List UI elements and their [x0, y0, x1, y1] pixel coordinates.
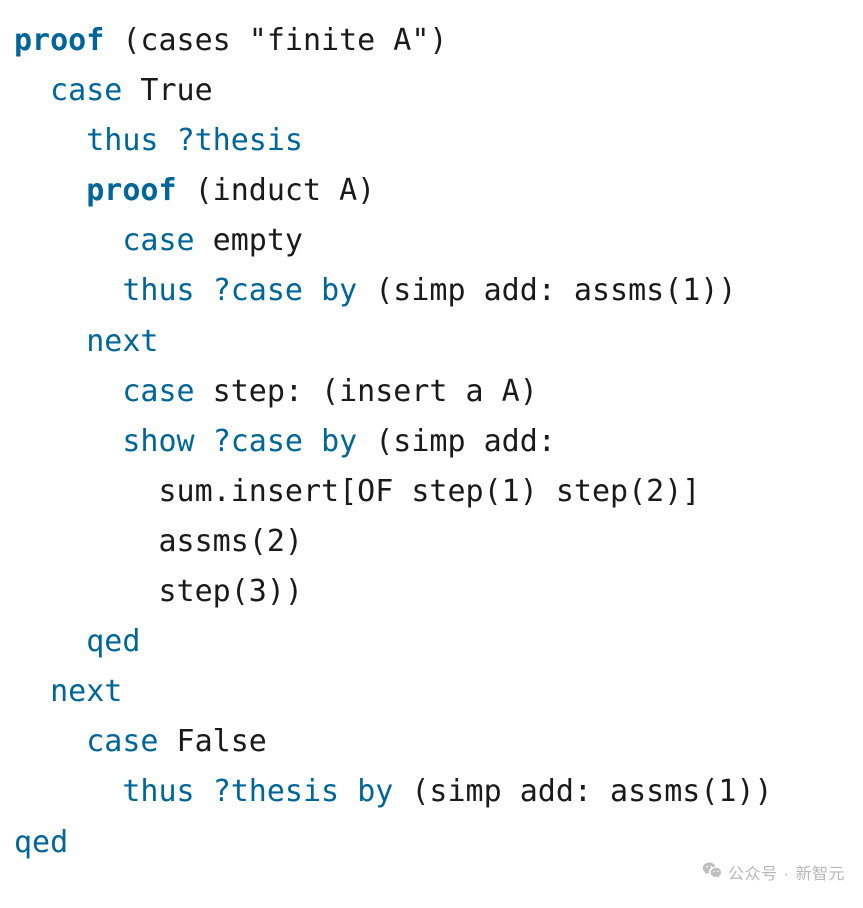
- code-token: by: [321, 424, 357, 459]
- code-token: [195, 273, 213, 308]
- code-token: (simp add:: [357, 424, 556, 459]
- code-token: sum.insert[OF step(1) step(2)]: [14, 474, 700, 509]
- code-token: thus: [122, 774, 194, 809]
- code-token: [195, 424, 213, 459]
- code-token: qed: [14, 825, 68, 860]
- code-token: [14, 674, 50, 709]
- code-token: (simp add: assms(1)): [357, 273, 736, 308]
- code-token: proof: [14, 23, 104, 58]
- code-token: [14, 724, 86, 759]
- code-block: proof (cases "finite A") case True thus …: [0, 0, 863, 868]
- code-token: [14, 223, 122, 258]
- code-token: by: [321, 273, 357, 308]
- code-token: [14, 324, 86, 359]
- code-token: ?case: [213, 424, 303, 459]
- code-token: True: [122, 73, 212, 108]
- code-token: thus: [122, 273, 194, 308]
- code-token: [14, 424, 122, 459]
- code-token: [14, 374, 122, 409]
- code-token: next: [86, 324, 158, 359]
- code-token: [14, 774, 122, 809]
- wechat-icon: [702, 860, 722, 890]
- code-token: (induct A): [177, 173, 376, 208]
- code-token: [14, 624, 86, 659]
- code-token: (simp add: assms(1)): [393, 774, 772, 809]
- code-token: qed: [86, 624, 140, 659]
- code-token: proof: [86, 173, 176, 208]
- code-token: case: [122, 223, 194, 258]
- code-token: [14, 123, 86, 158]
- code-token: [195, 774, 213, 809]
- code-token: [14, 273, 122, 308]
- watermark-name: 新智元: [795, 862, 845, 889]
- code-token: [303, 273, 321, 308]
- watermark-prefix: 公众号: [728, 862, 778, 889]
- code-token: case: [86, 724, 158, 759]
- code-token: False: [159, 724, 267, 759]
- code-token: [14, 73, 50, 108]
- code-token: ?thesis: [213, 774, 339, 809]
- code-token: [159, 123, 177, 158]
- code-token: empty: [195, 223, 303, 258]
- code-token: ?thesis: [177, 123, 303, 158]
- code-token: (cases "finite A"): [104, 23, 447, 58]
- code-token: [339, 774, 357, 809]
- code-token: ?case: [213, 273, 303, 308]
- code-token: step(3)): [14, 574, 303, 609]
- code-token: thus: [86, 123, 158, 158]
- code-token: case: [50, 73, 122, 108]
- code-token: step: (insert a A): [195, 374, 538, 409]
- code-token: by: [357, 774, 393, 809]
- code-token: [303, 424, 321, 459]
- watermark-sep: ·: [784, 862, 790, 889]
- code-token: assms(2): [14, 524, 303, 559]
- code-token: case: [122, 374, 194, 409]
- code-token: [14, 173, 86, 208]
- watermark: 公众号 · 新智元: [702, 860, 845, 890]
- code-token: show: [122, 424, 194, 459]
- code-token: next: [50, 674, 122, 709]
